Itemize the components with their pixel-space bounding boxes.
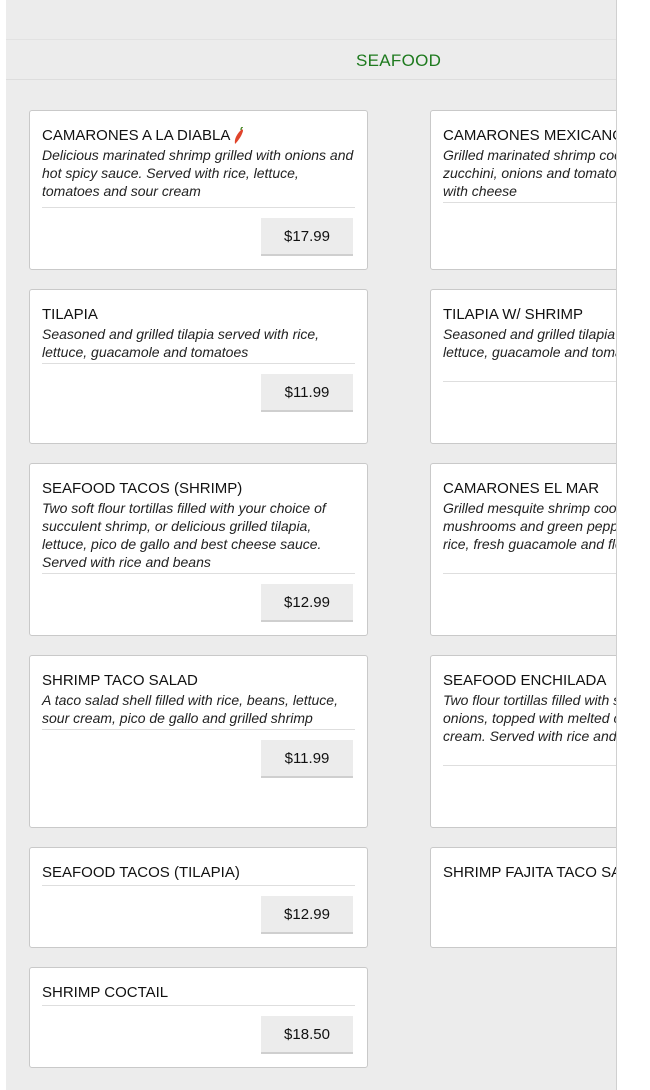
item-name: TILAPIA [42,306,98,323]
divider [42,729,355,730]
divider [42,573,355,574]
price-button[interactable]: $12.99 [261,896,353,934]
price-button[interactable]: $18.50 [261,1016,353,1054]
menu-item-card[interactable]: CAMARONES EL MAR Grilled mesquite shrimp… [430,463,616,636]
menu-item-card[interactable]: TILAPIA W/ SHRIMP Seasoned and grilled t… [430,289,616,444]
menu-item-card[interactable]: SEAFOOD ENCHILADA Two flour tortillas fi… [430,655,616,828]
menu-item-card[interactable]: SHRIMP FAJITA TACO SALAD [430,847,616,948]
divider [42,1005,355,1006]
menu-item-card[interactable]: SHRIMP TACO SALAD A taco salad shell fil… [29,655,368,828]
item-name: SHRIMP TACO SALAD [42,672,198,689]
divider [443,381,616,382]
item-description: Seasoned and grilled tilapia served with… [443,326,616,360]
item-name: SHRIMP COCTAIL [42,984,169,1001]
price-button[interactable]: $17.99 [261,218,353,256]
category-header: SEAFOOD [6,40,616,80]
chili-pepper-icon [235,127,244,144]
divider [42,885,355,886]
item-name: CAMARONES MEXICANOS [443,127,616,144]
menu-item-card[interactable]: SEAFOOD TACOS (SHRIMP) Two soft flour to… [29,463,368,636]
divider [42,363,355,364]
item-name: SEAFOOD ENCHILADA [443,672,607,689]
divider [443,573,616,574]
item-description: Two soft flour tortillas filled with you… [42,500,326,570]
item-name: CAMARONES A LA DIABLA [42,127,231,144]
menu-item-card[interactable]: CAMARONES A LA DIABLA Delicious marinate… [29,110,368,270]
divider [443,202,616,203]
item-description: Grilled mesquite shrimp cooked with onio… [443,500,616,552]
category-title: SEAFOOD [356,51,442,70]
item-name: SHRIMP FAJITA TACO SALAD [443,864,616,881]
menu-item-card[interactable]: TILAPIA Seasoned and grilled tilapia ser… [29,289,368,444]
item-description: Delicious marinated shrimp grilled with … [42,147,354,199]
divider [42,207,355,208]
item-description: Grilled marinated shrimp cooked with gre… [443,147,616,199]
price-button[interactable]: $11.99 [261,740,353,778]
item-name: SEAFOOD TACOS (SHRIMP) [42,480,243,497]
item-description: Two flour tortillas filled with shrimp a… [443,692,616,744]
item-name: SEAFOOD TACOS (TILAPIA) [42,864,240,881]
item-description: A taco salad shell filled with rice, bea… [42,692,338,726]
divider [443,765,616,766]
top-strip [6,0,616,40]
price-button[interactable]: $11.99 [261,374,353,412]
item-name: TILAPIA W/ SHRIMP [443,306,584,323]
page-edge [616,0,617,1090]
item-name: CAMARONES EL MAR [443,480,600,497]
menu-item-card[interactable]: SEAFOOD TACOS (TILAPIA) $12.99 [29,847,368,948]
menu-item-card[interactable]: CAMARONES MEXICANOS Grilled marinated sh… [430,110,616,270]
menu-item-card[interactable]: SHRIMP COCTAIL $18.50 [29,967,368,1068]
menu-viewport: SEAFOOD CAMARONES A LA DIABLA Delicious … [6,0,616,1090]
price-button[interactable]: $12.99 [261,584,353,622]
item-description: Seasoned and grilled tilapia served with… [42,326,320,360]
